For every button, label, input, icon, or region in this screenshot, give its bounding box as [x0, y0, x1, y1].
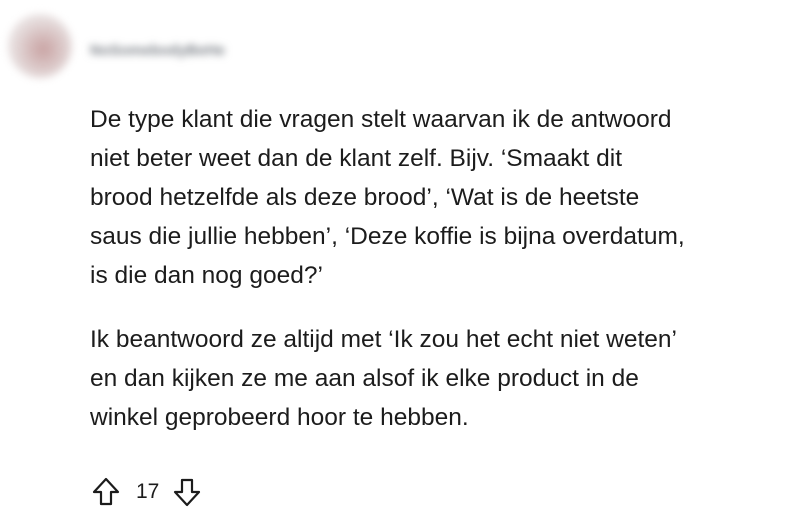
- avatar[interactable]: [8, 14, 72, 78]
- vote-bar: 17: [90, 472, 203, 512]
- comment-body: De type klant die vragen stelt waarvan i…: [90, 100, 800, 462]
- comment-paragraph: De type klant die vragen stelt waarvan i…: [90, 106, 685, 289]
- arrow-up-icon: [92, 477, 120, 506]
- username[interactable]: NoSomebodyBeHe: [90, 42, 225, 59]
- comment-paragraph: Ik beantwoord ze altijd met ‘Ik zou het …: [90, 326, 677, 431]
- vote-count: 17: [136, 480, 160, 503]
- downvote-button[interactable]: [171, 474, 203, 510]
- arrow-down-icon: [174, 478, 201, 507]
- comment: NoSomebodyBeHe De type klant die vragen …: [0, 0, 810, 524]
- upvote-button[interactable]: [90, 474, 122, 510]
